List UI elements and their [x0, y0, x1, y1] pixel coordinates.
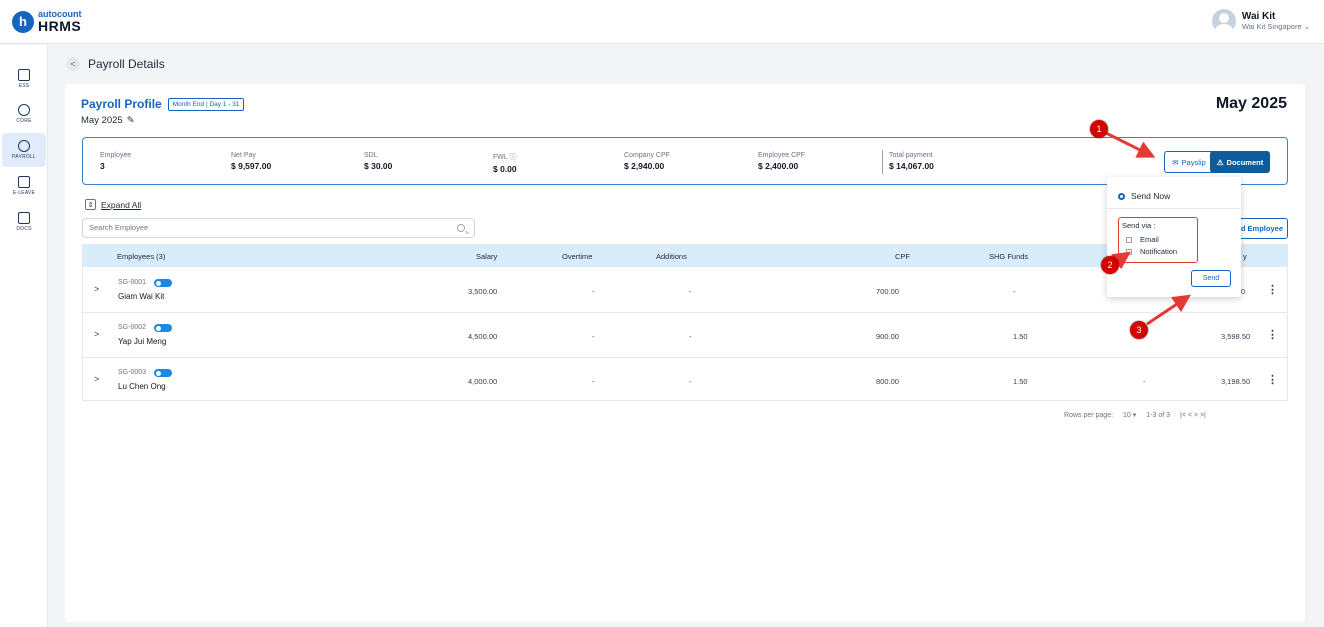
arrow-1 — [1105, 131, 1156, 158]
arrow-3 — [1146, 294, 1191, 326]
step-marker-3: 3 — [1130, 321, 1148, 339]
step-marker-1: 1 — [1090, 120, 1108, 138]
annotation-arrows — [1105, 131, 1191, 326]
step-marker-2: 2 — [1101, 256, 1119, 274]
